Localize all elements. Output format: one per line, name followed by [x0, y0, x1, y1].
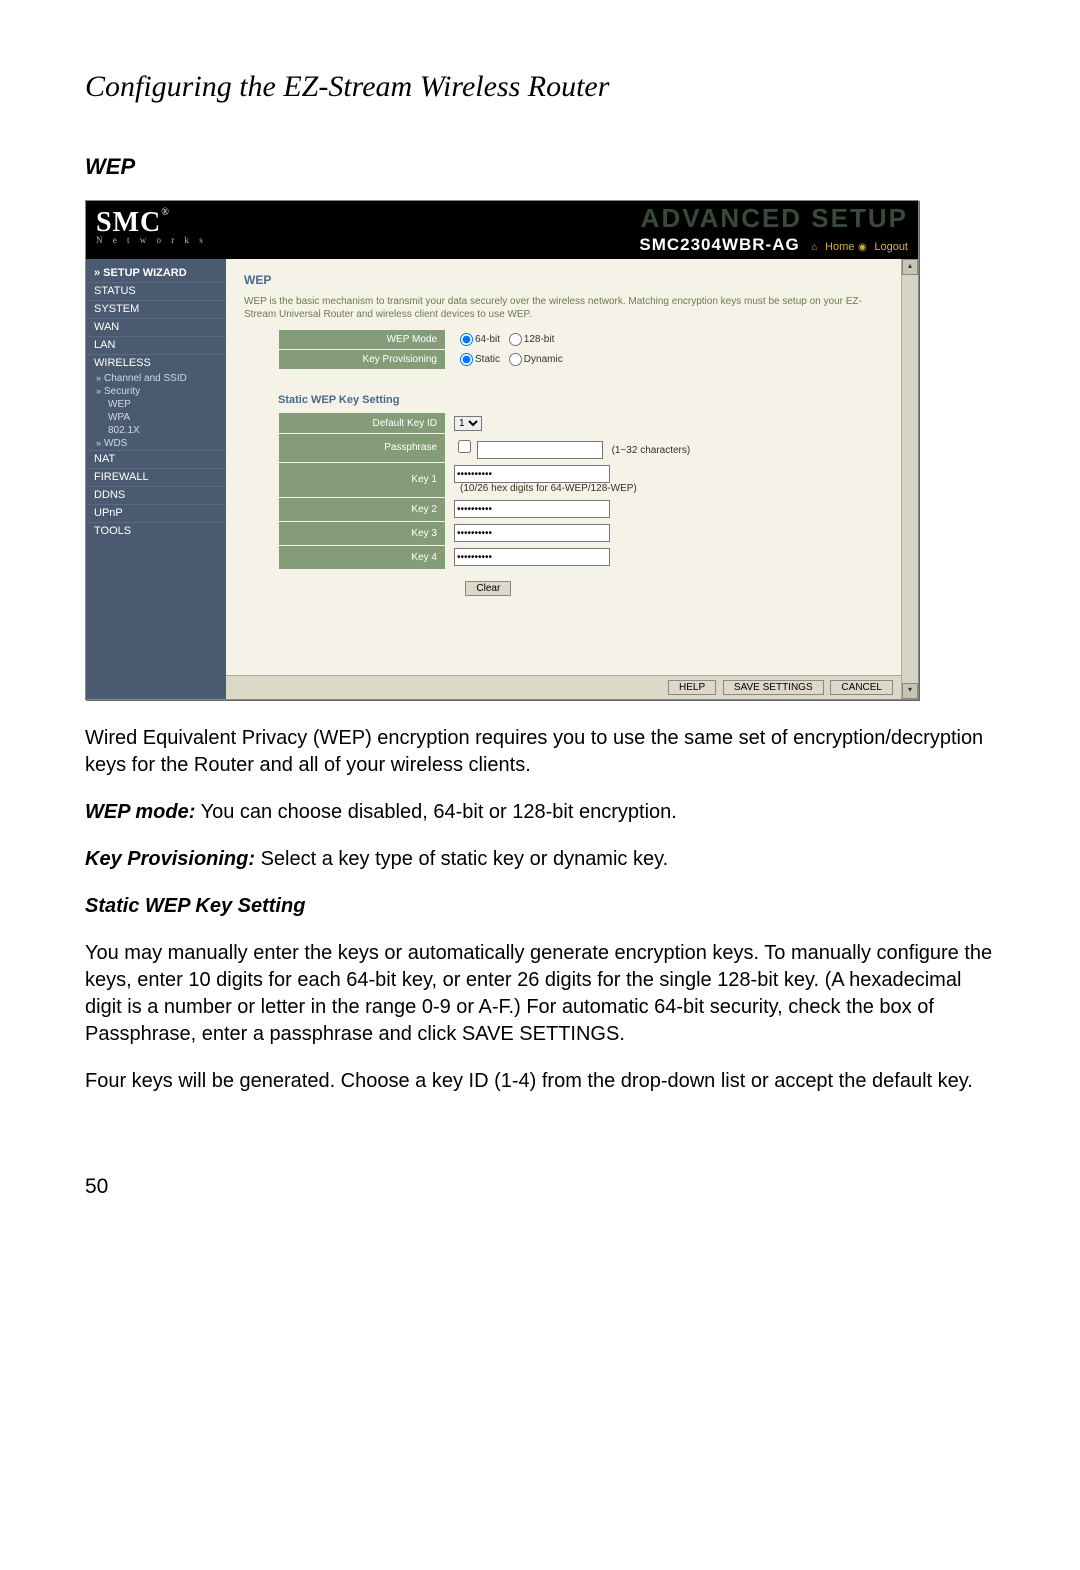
wep-mode-128-text: 128-bit [524, 334, 555, 345]
logo-sub: N e t w o r k s [96, 235, 207, 245]
passphrase-hint: (1~32 characters) [612, 445, 691, 456]
save-settings-button[interactable]: SAVE SETTINGS [723, 680, 824, 695]
panel-desc: WEP is the basic mechanism to transmit y… [244, 295, 883, 321]
key4-label: Key 4 [279, 545, 446, 569]
wep-mode-label: WEP Mode [279, 330, 446, 350]
page-number: 50 [85, 1175, 1000, 1199]
wep-mode-desc: You can choose disabled, 64-bit or 128-b… [195, 801, 676, 823]
screenshot-header: SMC® N e t w o r k s ADVANCED SETUP SMC2… [86, 201, 918, 259]
panel-title: WEP [244, 273, 883, 287]
key2-input[interactable] [454, 500, 610, 518]
static-key-table: Default Key ID 1 Passphrase (1~32 cha [278, 412, 698, 607]
static-key-heading: Static WEP Key Setting [278, 394, 883, 406]
key-prov-dynamic-text: Dynamic [524, 354, 563, 365]
logout-link[interactable]: Logout [874, 241, 908, 253]
arrow-icon: » [96, 373, 101, 383]
paragraph-1: Wired Equivalent Privacy (WEP) encryptio… [85, 725, 1000, 779]
passphrase-checkbox[interactable] [458, 440, 471, 453]
logo-reg: ® [161, 207, 169, 218]
static-wep-subheading: Static WEP Key Setting [85, 895, 1000, 918]
sidebar-item-nat[interactable]: NAT [86, 450, 226, 468]
key-prov-static-text: Static [475, 354, 500, 365]
passphrase-input[interactable] [477, 441, 603, 459]
sidebar-item-wireless[interactable]: WIRELESS [86, 354, 226, 372]
key1-label: Key 1 [279, 462, 446, 497]
sidebar-item-wan[interactable]: WAN [86, 318, 226, 336]
key3-input[interactable] [454, 524, 610, 542]
passphrase-label: Passphrase [279, 434, 446, 463]
sidebar-item-status[interactable]: STATUS [86, 282, 226, 300]
footer-buttons: HELP SAVE SETTINGS CANCEL [226, 675, 901, 699]
arrow-icon: » [96, 386, 101, 396]
clear-button[interactable]: Clear [465, 581, 511, 596]
sidebar-item-ddns[interactable]: DDNS [86, 486, 226, 504]
key-prov-desc: Select a key type of static key or dynam… [255, 848, 668, 870]
sidebar-item-setup-wizard[interactable]: » SETUP WIZARD [86, 265, 226, 282]
sidebar-item-firewall[interactable]: FIREWALL [86, 468, 226, 486]
arrow-icon: » [96, 438, 101, 448]
sidebar-item-channel[interactable]: »Channel and SSID [86, 372, 226, 385]
home-link[interactable]: Home [825, 241, 854, 253]
sidebar-item-upnp[interactable]: UPnP [86, 504, 226, 522]
section-heading: WEP [85, 154, 1000, 180]
logo-brand: SMC [96, 207, 161, 238]
default-key-label: Default Key ID [279, 413, 446, 434]
wep-mode-128-radio[interactable] [509, 333, 522, 346]
page-title: Configuring the EZ-Stream Wireless Route… [85, 70, 1000, 104]
paragraph-2: WEP mode: You can choose disabled, 64-bi… [85, 799, 1000, 826]
wep-mode-64-radio[interactable] [460, 333, 473, 346]
key3-label: Key 3 [279, 521, 446, 545]
key1-hint: (10/26 hex digits for 64-WEP/128-WEP) [460, 483, 637, 494]
wep-mode-term: WEP mode: [85, 801, 195, 823]
scrollbar[interactable]: ▴ ▾ [901, 259, 918, 699]
scroll-down-icon[interactable]: ▾ [902, 683, 918, 699]
sidebar-item-tools[interactable]: TOOLS [86, 522, 226, 540]
sidebar: » SETUP WIZARD STATUS SYSTEM WAN LAN WIR… [86, 259, 226, 699]
wep-mode-table: WEP Mode 64-bit 128-bit Key Provisioning… [278, 329, 571, 370]
cancel-button[interactable]: CANCEL [830, 680, 893, 695]
paragraph-3: Key Provisioning: Select a key type of s… [85, 846, 1000, 873]
sidebar-item-security[interactable]: »Security [86, 385, 226, 398]
paragraph-5: Four keys will be generated. Choose a ke… [85, 1068, 1000, 1095]
sidebar-item-8021x[interactable]: 802.1X [86, 424, 226, 437]
model-number: SMC2304WBR-AG [639, 235, 799, 254]
key-prov-term: Key Provisioning: [85, 848, 255, 870]
sidebar-item-wep[interactable]: WEP [86, 398, 226, 411]
logo: SMC® N e t w o r k s [96, 207, 207, 245]
sidebar-item-wds[interactable]: »WDS [86, 437, 226, 450]
sidebar-item-system[interactable]: SYSTEM [86, 300, 226, 318]
default-key-select[interactable]: 1 [454, 416, 482, 431]
help-button[interactable]: HELP [668, 680, 716, 695]
scroll-up-icon[interactable]: ▴ [902, 259, 918, 275]
model-bar: SMC2304WBR-AG ⌂ Home ◉ Logout [639, 235, 908, 255]
paragraph-4: You may manually enter the keys or autom… [85, 940, 1000, 1048]
key-prov-dynamic-radio[interactable] [509, 353, 522, 366]
wep-mode-64-text: 64-bit [475, 334, 500, 345]
sidebar-item-wpa[interactable]: WPA [86, 411, 226, 424]
key1-input[interactable] [454, 465, 610, 483]
logout-icon: ◉ [858, 242, 867, 253]
sidebar-item-lan[interactable]: LAN [86, 336, 226, 354]
key2-label: Key 2 [279, 497, 446, 521]
key-prov-static-radio[interactable] [460, 353, 473, 366]
content-panel: WEP WEP is the basic mechanism to transm… [226, 259, 901, 699]
key4-input[interactable] [454, 548, 610, 566]
key-prov-label: Key Provisioning [279, 350, 446, 370]
router-screenshot: SMC® N e t w o r k s ADVANCED SETUP SMC2… [85, 200, 919, 700]
advanced-setup-label: ADVANCED SETUP [641, 203, 908, 234]
home-icon: ⌂ [811, 242, 817, 253]
